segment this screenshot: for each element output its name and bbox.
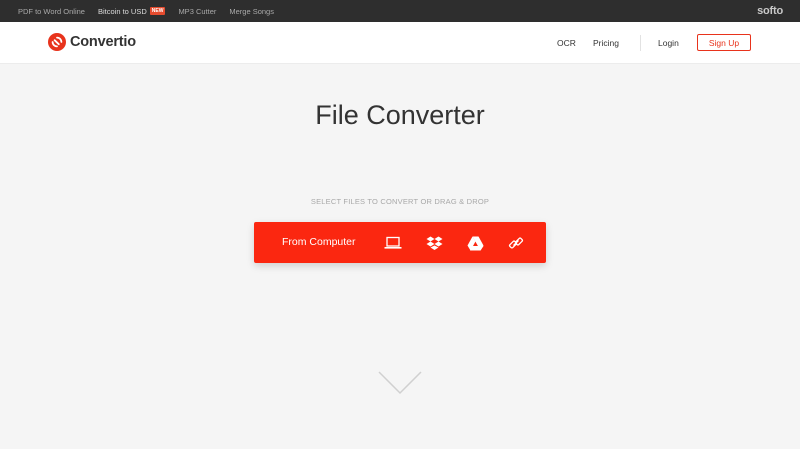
- nav-login[interactable]: Login: [658, 22, 679, 63]
- nav-pricing[interactable]: Pricing: [593, 22, 619, 63]
- site-header: Convertio OCR Pricing Login Sign Up: [0, 22, 800, 64]
- link-icon[interactable]: [507, 234, 525, 252]
- drag-drop-hint: SELECT FILES TO CONVERT OR DRAG & DROP: [310, 197, 490, 206]
- promo-links: PDF to Word Online Bitcoin to USD NEW MP3…: [18, 0, 287, 22]
- nav-login-label: Login: [658, 37, 679, 48]
- page-title: File Converter: [315, 100, 485, 130]
- promo-link-label: MP3 Cutter: [178, 6, 217, 16]
- logo-text: Convertio: [70, 34, 136, 50]
- nav-pricing-label: Pricing: [593, 37, 619, 48]
- nav-ocr[interactable]: OCR: [557, 22, 576, 63]
- promo-link-mp3-cutter[interactable]: MP3 Cutter: [178, 7, 216, 16]
- promo-link-label: PDF to Word Online: [18, 6, 85, 16]
- promo-link-label: Merge Songs: [229, 6, 274, 16]
- from-computer-label: From Computer: [282, 236, 356, 248]
- file-upload-bar: From Computer: [254, 222, 546, 263]
- convertio-logo[interactable]: Convertio: [48, 33, 136, 51]
- from-computer-button[interactable]: From Computer: [282, 222, 356, 263]
- dropbox-icon[interactable]: [425, 234, 443, 252]
- promo-link-pdf-to-word[interactable]: PDF to Word Online: [18, 7, 85, 16]
- scroll-down-chevron-icon[interactable]: [377, 370, 423, 396]
- promo-link-merge-songs[interactable]: Merge Songs: [229, 7, 274, 16]
- nav-ocr-label: OCR: [557, 37, 576, 48]
- sign-up-button[interactable]: Sign Up: [697, 34, 751, 51]
- sign-up-label: Sign Up: [708, 37, 740, 48]
- top-promo-bar: PDF to Word Online Bitcoin to USD NEW MP3…: [0, 0, 800, 22]
- softo-brand-link[interactable]: softo: [757, 0, 783, 22]
- laptop-icon[interactable]: [384, 234, 402, 252]
- nav-divider: [640, 35, 641, 51]
- google-drive-icon[interactable]: [466, 234, 484, 252]
- convertio-logo-icon: [48, 33, 66, 51]
- promo-link-bitcoin-to-usd[interactable]: Bitcoin to USD NEW: [97, 6, 166, 16]
- promo-link-label: Bitcoin to USD: [97, 6, 147, 16]
- new-badge: NEW: [149, 7, 166, 15]
